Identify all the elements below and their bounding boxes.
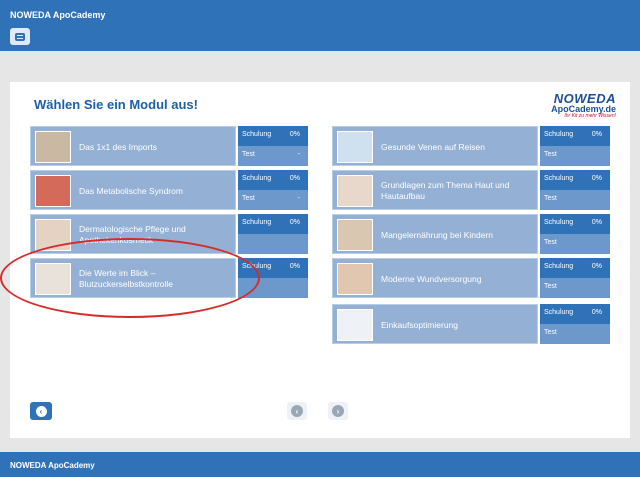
module-thumbnail: [337, 309, 373, 341]
module-thumbnail: [337, 131, 373, 163]
module-tile[interactable]: Das Metabolische Syndrom: [30, 170, 236, 210]
module-tile[interactable]: Mangelernährung bei Kindern: [332, 214, 538, 254]
module-label: Grundlagen zum Thema Haut und Hautaufbau: [381, 180, 510, 201]
schulung-button[interactable]: Schulung 0%: [540, 214, 610, 234]
app-title: NOWEDA ApoCademy: [10, 10, 106, 20]
module-thumbnail: [35, 175, 71, 207]
chevron-left-icon: ‹: [35, 405, 47, 417]
schulung-button[interactable]: Schulung 0%: [540, 258, 610, 278]
noweda-logo: NOWEDA ApoCademy.de Ihr Kit zu mehr Wiss…: [551, 91, 616, 119]
test-button[interactable]: Test: [540, 146, 610, 166]
module-label: Das Metabolische Syndrom: [79, 185, 183, 196]
schulung-button[interactable]: Schulung 0%: [540, 170, 610, 190]
top-bar: NOWEDA ApoCademy: [0, 0, 640, 51]
module-thumbnail: [337, 263, 373, 295]
module-tile[interactable]: Gesunde Venen auf Reisen: [332, 126, 538, 166]
menu-icon: [15, 32, 25, 41]
module-label: Gesunde Venen auf Reisen: [381, 141, 485, 152]
module-thumbnail: [35, 131, 71, 163]
prev-page-button[interactable]: ‹: [287, 402, 307, 420]
test-button[interactable]: [238, 234, 308, 254]
module-label: Einkaufsoptimierung: [381, 319, 459, 330]
schulung-button[interactable]: Schulung 0%: [540, 126, 610, 146]
schulung-button[interactable]: Schulung 0%: [238, 214, 308, 234]
module-tile[interactable]: Moderne Wundversorgung: [332, 258, 538, 298]
module-label: Moderne Wundversorgung: [381, 273, 482, 284]
test-button[interactable]: Test -: [238, 190, 308, 210]
schulung-button[interactable]: Schulung 0%: [238, 170, 308, 190]
back-button[interactable]: ‹: [30, 402, 52, 420]
bottom-bar: NOWEDA ApoCademy: [0, 452, 640, 477]
test-button[interactable]: Test: [540, 324, 610, 344]
chevron-right-icon: ›: [332, 405, 344, 417]
module-thumbnail: [337, 175, 373, 207]
test-button[interactable]: Test -: [238, 146, 308, 166]
schulung-button[interactable]: Schulung 0%: [238, 126, 308, 146]
chevron-left-icon: ‹: [291, 405, 303, 417]
footer-title: NOWEDA ApoCademy: [10, 461, 95, 470]
schulung-button[interactable]: Schulung 0%: [540, 304, 610, 324]
test-button[interactable]: Test: [540, 278, 610, 298]
module-tile[interactable]: Grundlagen zum Thema Haut und Hautaufbau: [332, 170, 538, 210]
highlight-ellipse: [0, 238, 260, 318]
menu-button[interactable]: [10, 28, 30, 45]
next-page-button[interactable]: ›: [328, 402, 348, 420]
module-tile[interactable]: Das 1x1 des Imports: [30, 126, 236, 166]
module-label: Mangelernährung bei Kindern: [381, 229, 493, 240]
module-thumbnail: [337, 219, 373, 251]
module-label: Das 1x1 des Imports: [79, 141, 157, 152]
module-tile[interactable]: Einkaufsoptimierung: [332, 304, 538, 344]
test-button[interactable]: Test: [540, 234, 610, 254]
test-button[interactable]: Test: [540, 190, 610, 210]
page-title: Wählen Sie ein Modul aus!: [34, 97, 198, 112]
